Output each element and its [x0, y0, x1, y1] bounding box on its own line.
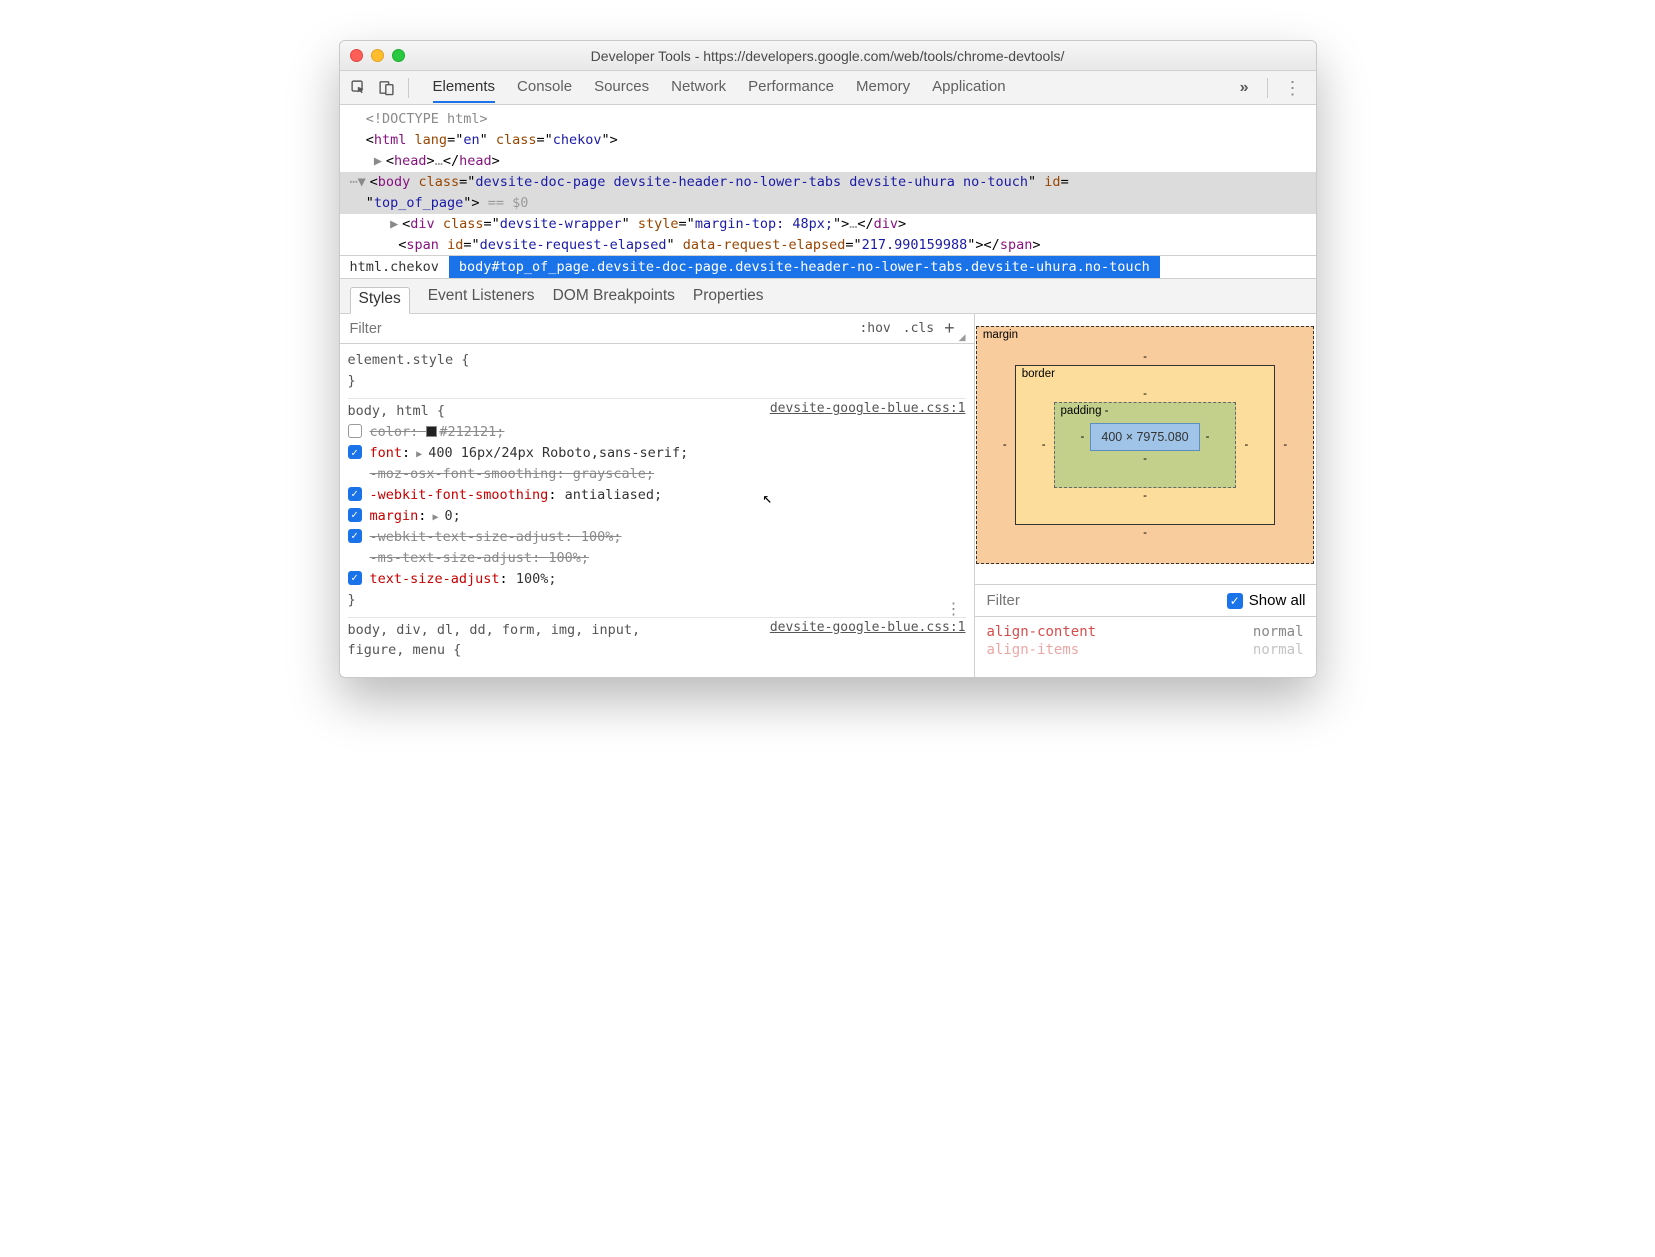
tab-console[interactable]: Console — [517, 72, 572, 103]
prop-color[interactable]: color: #212121; — [348, 422, 966, 443]
close-icon[interactable] — [350, 49, 363, 62]
dom-line[interactable]: ▶<div class="devsite-wrapper" style="mar… — [340, 214, 1316, 235]
new-rule-button[interactable]: + — [940, 318, 959, 339]
crumb-item-selected[interactable]: body#top_of_page.devsite-doc-page.devsit… — [449, 256, 1160, 278]
main-split: :hov .cls + ◢ element.style { } body, ht… — [340, 314, 1316, 677]
dom-line-selected[interactable]: ⋯▼<body class="devsite-doc-page devsite-… — [340, 172, 1316, 214]
settings-kebab-icon[interactable]: ⋮ — [1278, 83, 1308, 93]
prop-tsa[interactable]: ✓ text-size-adjust: 100%; — [348, 569, 966, 590]
tab-memory[interactable]: Memory — [856, 72, 910, 103]
dom-line[interactable]: ▶<head>…</head> — [340, 151, 1316, 172]
computed-row[interactable]: align-content normal — [987, 623, 1304, 641]
show-all-label[interactable]: Show all — [1249, 592, 1306, 609]
prop-webkit-tsa[interactable]: ✓ -webkit-text-size-adjust: 100%; — [348, 527, 966, 548]
bm-padding-label: padding - — [1061, 405, 1109, 417]
rule-multi[interactable]: body, div, dl, dd, form, img, input, dev… — [348, 618, 966, 668]
more-tabs-icon[interactable]: » — [1232, 79, 1257, 97]
prop-checkbox[interactable]: ✓ — [348, 487, 362, 501]
computed-list[interactable]: align-content normal align-items normal — [975, 617, 1316, 665]
divider — [408, 78, 409, 98]
prop-ms-tsa[interactable]: -ms-text-size-adjust: 100%; — [348, 548, 966, 569]
subtab-properties[interactable]: Properties — [693, 287, 764, 305]
divider — [1267, 78, 1268, 98]
computed-pane: margin - - border - - padding - — [975, 314, 1316, 677]
breadcrumb: html.chekov body#top_of_page.devsite-doc… — [340, 255, 1316, 279]
prop-moz-smoothing[interactable]: -moz-osx-font-smoothing: grayscale; — [348, 464, 966, 485]
tab-performance[interactable]: Performance — [748, 72, 834, 103]
prop-checkbox[interactable] — [348, 424, 362, 438]
dom-line[interactable]: <span id="devsite-request-elapsed" data-… — [340, 235, 1316, 256]
bm-margin-label: margin — [983, 329, 1018, 341]
computed-row[interactable]: align-items normal — [987, 641, 1304, 659]
style-rules: element.style { } body, html { devsite-g… — [340, 344, 974, 677]
tab-application[interactable]: Application — [932, 72, 1005, 103]
styles-filter-input[interactable] — [348, 320, 854, 338]
tab-sources[interactable]: Sources — [594, 72, 649, 103]
crumb-item[interactable]: html.chekov — [340, 256, 449, 278]
window-title: Developer Tools - https://developers.goo… — [340, 48, 1316, 64]
cls-button[interactable]: .cls — [897, 321, 940, 336]
tab-elements[interactable]: Elements — [433, 72, 496, 103]
subtab-dom-breakpoints[interactable]: DOM Breakpoints — [553, 287, 675, 305]
bm-content: 400 × 7975.080 — [1090, 423, 1199, 451]
dom-line[interactable]: <!DOCTYPE html> — [340, 109, 1316, 130]
source-link[interactable]: devsite-google-blue.css:1 — [770, 399, 966, 419]
main-tabstrip: Elements Console Sources Network Perform… — [340, 71, 1316, 105]
computed-filter-bar: ✓ Show all — [975, 584, 1316, 617]
expand-icon[interactable]: ▶ — [410, 449, 428, 460]
bm-border-label: border — [1022, 368, 1055, 380]
resize-icon[interactable]: ◢ — [959, 332, 966, 343]
prop-font[interactable]: ✓ font: ▶ 400 16px/24px Roboto,sans-seri… — [348, 443, 966, 464]
expand-icon[interactable]: ▶ — [374, 151, 386, 172]
dom-tree[interactable]: <!DOCTYPE html> <html lang="en" class="c… — [340, 105, 1316, 255]
source-link[interactable]: devsite-google-blue.css:1 — [770, 618, 966, 638]
show-all-checkbox[interactable]: ✓ — [1227, 593, 1243, 609]
panel-tabs: Elements Console Sources Network Perform… — [433, 72, 1226, 103]
rule-element-style[interactable]: element.style { } — [348, 348, 966, 399]
minimize-icon[interactable] — [371, 49, 384, 62]
prop-checkbox[interactable]: ✓ — [348, 508, 362, 522]
collapse-icon[interactable]: ▼ — [358, 172, 370, 193]
prop-checkbox[interactable]: ✓ — [348, 529, 362, 543]
subtab-event-listeners[interactable]: Event Listeners — [428, 287, 535, 305]
subtab-styles[interactable]: Styles — [350, 287, 410, 314]
box-model[interactable]: margin - - border - - padding - — [975, 314, 1316, 584]
styles-pane: :hov .cls + ◢ element.style { } body, ht… — [340, 314, 975, 677]
prop-checkbox[interactable]: ✓ — [348, 445, 362, 459]
device-toggle-icon[interactable] — [376, 77, 398, 99]
zoom-icon[interactable] — [392, 49, 405, 62]
styles-subtabs: Styles Event Listeners DOM Breakpoints P… — [340, 279, 1316, 314]
prop-webkit-smoothing[interactable]: ✓ -webkit-font-smoothing: antialiased; ↖ — [348, 485, 966, 506]
hov-button[interactable]: :hov — [853, 321, 896, 336]
color-swatch-icon[interactable] — [426, 426, 437, 437]
rule-body-html[interactable]: body, html { devsite-google-blue.css:1 c… — [348, 399, 966, 617]
tab-network[interactable]: Network — [671, 72, 726, 103]
styles-filter-bar: :hov .cls + ◢ — [340, 314, 974, 344]
computed-filter-input[interactable] — [985, 591, 1227, 610]
window-controls — [350, 49, 405, 62]
prop-checkbox[interactable]: ✓ — [348, 571, 362, 585]
expand-icon[interactable]: ▶ — [426, 512, 444, 523]
dom-line[interactable]: <html lang="en" class="chekov"> — [340, 130, 1316, 151]
expand-icon[interactable]: ▶ — [390, 214, 402, 235]
inspect-icon[interactable] — [348, 77, 370, 99]
rule-menu-icon[interactable]: ⋮ — [946, 605, 962, 613]
devtools-window: Developer Tools - https://developers.goo… — [339, 40, 1317, 678]
prop-margin[interactable]: ✓ margin: ▶ 0; — [348, 506, 966, 527]
titlebar: Developer Tools - https://developers.goo… — [340, 41, 1316, 71]
